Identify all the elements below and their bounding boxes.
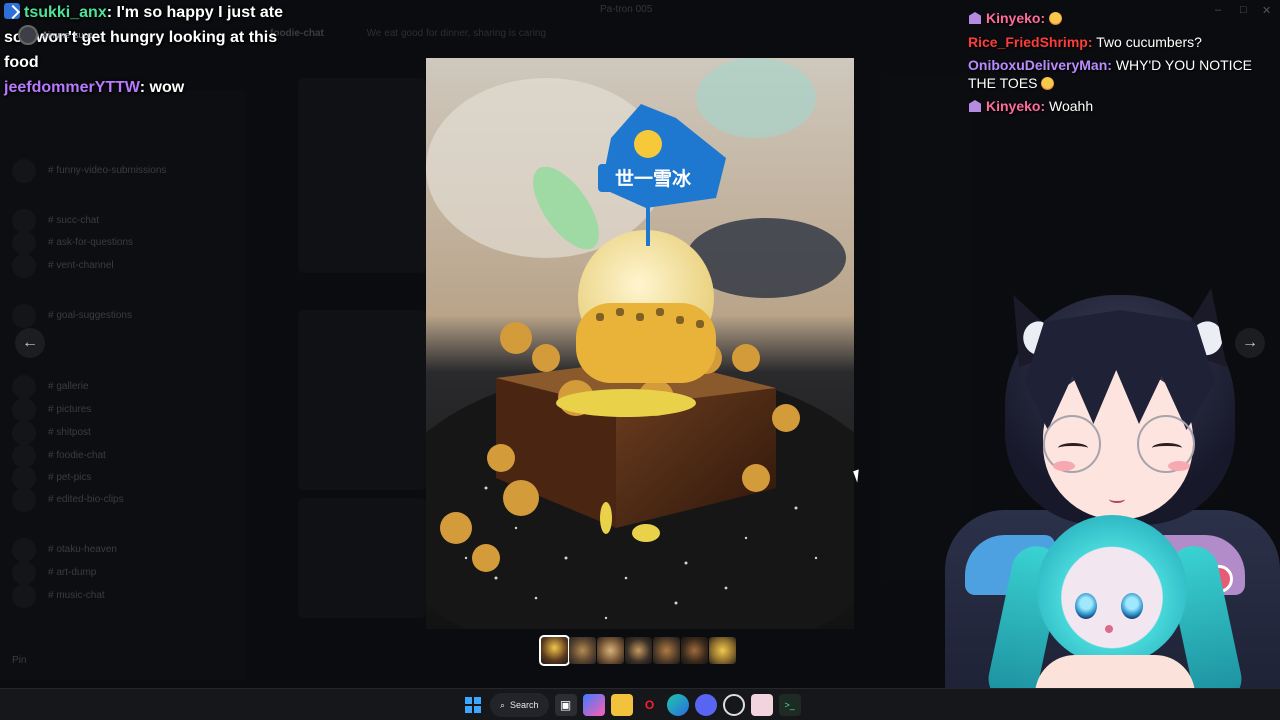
server-icon	[12, 231, 36, 255]
server-icon	[12, 538, 36, 562]
dessert-photo: 世一雪冰	[426, 58, 854, 629]
chat-username: Kinyeko:	[986, 98, 1046, 114]
server-icon	[12, 375, 36, 399]
chat-image	[298, 498, 426, 618]
arrow-left-icon: ←	[22, 334, 38, 351]
twitch-icon	[4, 3, 20, 19]
bg-channel-item: # otaku-heaven	[48, 544, 117, 555]
server-icon	[12, 561, 36, 585]
chat-text: : wow	[139, 79, 185, 96]
thumbnail[interactable]	[539, 635, 570, 666]
sign-text: 世一雪冰	[615, 167, 692, 190]
app-icon[interactable]	[750, 694, 773, 716]
chat-username: jeefdommerYTTW	[4, 79, 140, 96]
bg-channel-item: # ask-for-questions	[48, 237, 134, 248]
bg-channel-item: # gallerie	[48, 381, 89, 392]
mouth	[1109, 495, 1125, 503]
chat-message: jeefdommerYTTW: wow	[0, 75, 290, 100]
thumbnail[interactable]	[681, 637, 708, 664]
thumbnail-strip	[539, 635, 736, 666]
thumbnail[interactable]	[597, 637, 624, 664]
chat-message: Kinyeko: Woahh	[968, 92, 1280, 119]
window-title: Pa-tron 005	[600, 4, 653, 15]
chat-username: tsukki_anx	[24, 4, 107, 21]
server-icon	[12, 254, 36, 278]
blush-right	[1168, 461, 1190, 471]
server-icon	[12, 488, 36, 512]
bg-channel-item: # vent-channel	[48, 260, 114, 271]
voice-user: Aimme succ	[18, 25, 93, 45]
copilot-icon[interactable]	[582, 694, 605, 716]
edge-icon[interactable]	[666, 694, 689, 716]
stream-chat-overlay-right: Kinyeko: Rice_FriedShrimp: Two cucumbers…	[968, 0, 1280, 119]
channel-header: foodie-chat We eat good for dinner, shar…	[270, 28, 970, 48]
bg-channel-item: # edited-bio-clips	[48, 494, 124, 505]
plush-eye-right	[1121, 593, 1143, 619]
taskbar-apps: ⌕ Search ▣ O >_	[462, 693, 801, 717]
subscriber-badge-icon	[968, 99, 982, 113]
chat-text: Two cucumbers?	[1096, 33, 1202, 50]
plush-doll	[1037, 515, 1187, 665]
taskbar-search[interactable]: ⌕ Search	[490, 693, 549, 717]
discord-icon[interactable]	[694, 694, 717, 716]
server-icon	[12, 159, 36, 183]
chat-username: Rice_FriedShrimp:	[968, 33, 1093, 50]
obs-icon[interactable]	[722, 694, 745, 716]
plush-eye-left	[1075, 593, 1097, 619]
bottom-user-name: Pin	[12, 655, 27, 666]
chat-image	[298, 78, 426, 273]
chat-message: OniboxuDeliveryMan: WHY'D YOU NOTICE THE…	[968, 54, 1280, 92]
thumbnail[interactable]	[653, 637, 680, 664]
server-icon	[12, 584, 36, 608]
server-icon	[12, 444, 36, 468]
server-icon	[12, 421, 36, 445]
chat-text: Woahh	[1049, 98, 1094, 114]
bg-channel-item: # pet-pics	[48, 472, 92, 483]
emoji-icon	[1049, 12, 1063, 25]
task-view-icon[interactable]: ▣	[554, 694, 577, 716]
chat-message: Kinyeko:	[968, 0, 1280, 31]
server-icon	[12, 209, 36, 233]
file-explorer-icon[interactable]	[610, 694, 633, 716]
bg-channel-item: # art-dump	[48, 567, 97, 578]
bg-channel-item: # shitpost	[48, 427, 91, 438]
server-icon	[12, 398, 36, 422]
avatar	[18, 25, 38, 45]
terminal-icon[interactable]: >_	[778, 694, 801, 716]
bg-channel-item: # foodie-chat	[48, 450, 106, 461]
subscriber-badge-icon	[968, 11, 982, 25]
server-icon	[12, 466, 36, 490]
chat-username: Kinyeko:	[986, 10, 1046, 26]
header-channel-topic: We eat good for dinner, sharing is carin…	[366, 28, 547, 39]
start-icon[interactable]	[462, 694, 484, 716]
lightbox-image[interactable]: 世一雪冰	[426, 58, 854, 629]
plush-mouth	[1105, 625, 1113, 633]
chat-message: Rice_FriedShrimp: Two cucumbers?	[968, 31, 1280, 55]
thumbnail[interactable]	[709, 637, 736, 664]
blush-left	[1053, 461, 1075, 471]
bg-channel-item: # music-chat	[48, 590, 105, 601]
bg-channel-item: # goal-suggestions	[48, 310, 132, 321]
chat-image	[298, 310, 426, 490]
chat-username: OniboxuDeliveryMan:	[968, 57, 1112, 73]
opera-icon[interactable]: O	[639, 694, 661, 716]
stream-screen: Pa-tron 005 – □ ✕ foodie-chat We eat goo…	[0, 0, 1280, 720]
emoji-icon	[1041, 77, 1055, 90]
search-icon: ⌕	[500, 699, 506, 710]
bg-channel-item: # succ-chat	[48, 215, 100, 226]
server-icon	[12, 304, 36, 328]
bg-channel-item: # pictures	[48, 404, 92, 415]
voice-user-status: succ	[74, 30, 93, 40]
bg-channel-item: # funny-video-submissions	[48, 165, 167, 176]
thumbnail[interactable]	[625, 637, 652, 664]
thumbnail[interactable]	[569, 637, 596, 664]
voice-user-name: Aimme	[42, 30, 71, 40]
previous-image-button[interactable]: ←	[15, 328, 45, 358]
search-label: Search	[510, 700, 539, 710]
vtuber-avatar	[925, 265, 1280, 720]
stream-chat-overlay-left: tsukki_anx: I'm so happy I just ate so I…	[0, 0, 290, 100]
taskbar: ⌕ Search ▣ O >_	[0, 688, 1280, 720]
